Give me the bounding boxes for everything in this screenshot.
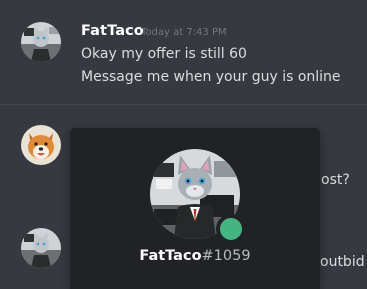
message-line: Message me when your guy is online — [81, 69, 341, 85]
user-avatar-fattaco[interactable] — [21, 228, 61, 268]
user-profile-popout[interactable]: FatTaco#1059 — [70, 128, 320, 289]
message-text-partial: outbid — [320, 254, 365, 270]
message-line: Okay my offer is still 60 — [81, 46, 247, 62]
user-avatar-dog[interactable] — [21, 125, 61, 165]
message-timestamp: Today at 7:43 PM — [141, 27, 227, 38]
popout-username[interactable]: FatTaco#1059 — [70, 248, 320, 264]
online-status-icon — [216, 214, 246, 244]
message-text-partial: ost? — [321, 172, 350, 188]
message-author[interactable]: FatTaco — [81, 23, 144, 39]
user-avatar-fattaco[interactable] — [21, 22, 61, 62]
popout-username-text: FatTaco — [139, 248, 202, 264]
popout-discriminator: #1059 — [201, 248, 251, 264]
message-divider — [0, 104, 367, 105]
